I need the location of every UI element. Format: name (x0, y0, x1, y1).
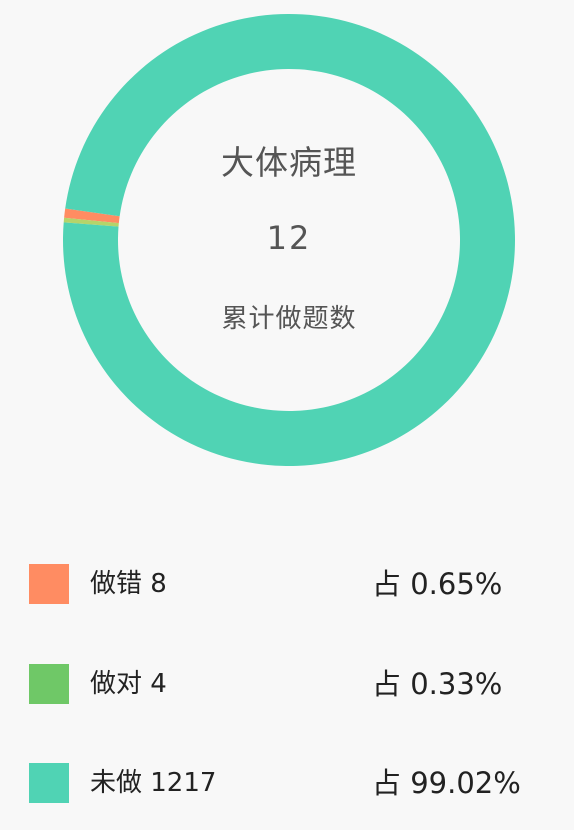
legend-label-undone: 未做 1217 (90, 768, 217, 798)
legend-item-undone: 未做 1217 占 99.02% (0, 763, 574, 805)
legend-label-correct: 做对 4 (90, 669, 167, 699)
legend-label-wrong: 做错 8 (90, 569, 167, 599)
total-answered-count: 12 (266, 219, 312, 257)
legend-percent-correct: 占 0.33% (372, 667, 503, 701)
total-answered-caption: 累计做题数 (221, 304, 357, 334)
stats-page: 大体病理 12 累计做题数 做错 8 占 0.65% 做对 4 占 0.33% … (0, 0, 574, 830)
donut-chart: 大体病理 12 累计做题数 (63, 14, 515, 466)
legend-swatch-correct (29, 664, 69, 704)
legend-percent-undone: 占 99.02% (372, 766, 521, 800)
legend-item-correct: 做对 4 占 0.33% (0, 664, 574, 706)
legend-swatch-wrong (29, 564, 69, 604)
legend-item-wrong: 做错 8 占 0.65% (0, 564, 574, 606)
legend-swatch-undone (29, 763, 69, 803)
subject-title: 大体病理 (221, 143, 357, 182)
legend-percent-wrong: 占 0.65% (372, 567, 503, 601)
